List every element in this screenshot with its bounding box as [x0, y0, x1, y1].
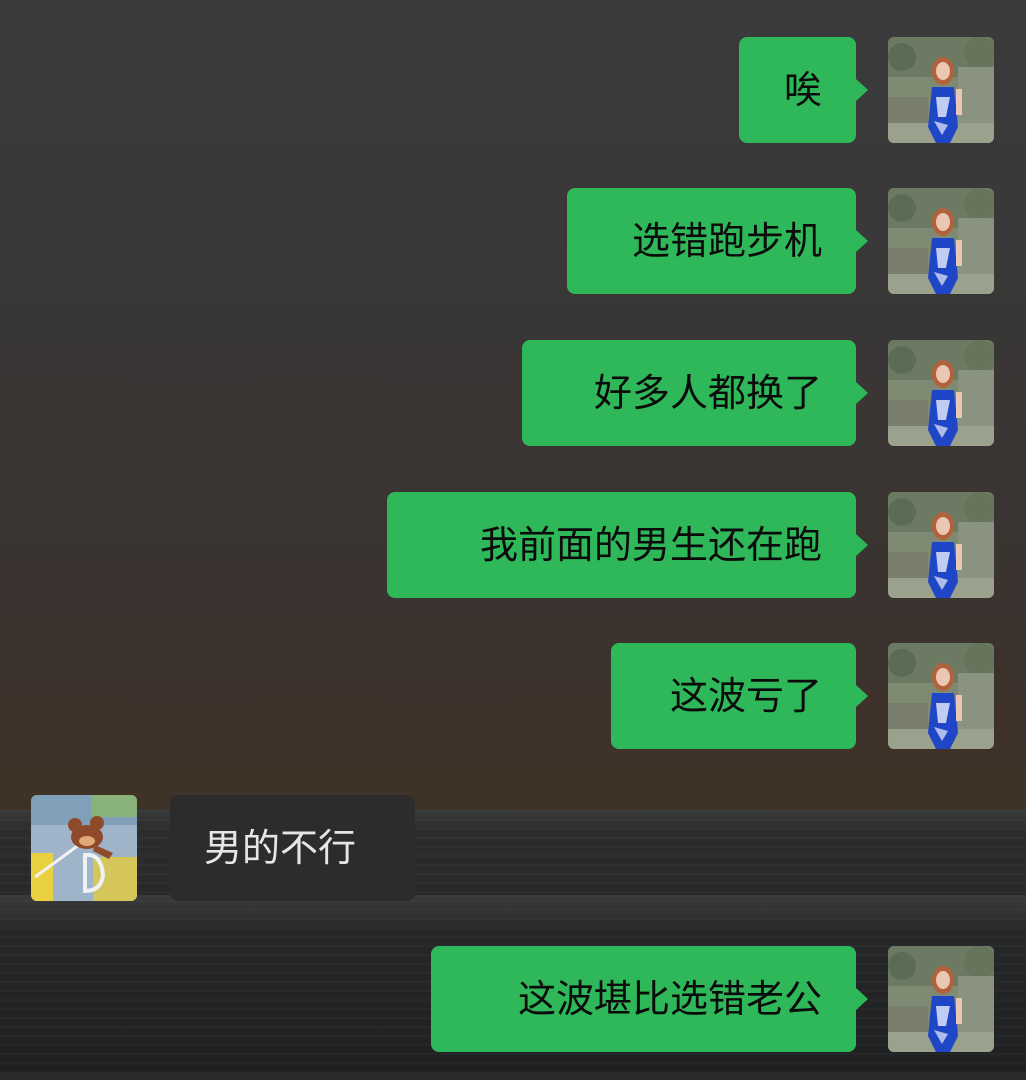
self-avatar[interactable] [888, 340, 994, 446]
message-bubble-sent[interactable]: 我前面的男生还在跑 [387, 492, 868, 598]
woman-in-blue-dress-avatar-image [888, 643, 994, 749]
message-bubble-sent[interactable]: 好多人都换了 [522, 340, 868, 446]
woman-in-blue-dress-avatar-image [888, 946, 994, 1052]
self-avatar[interactable] [888, 492, 994, 598]
message-bubble-sent[interactable]: 这波堪比选错老公 [431, 946, 868, 1052]
message-bubble-received[interactable]: 男的不行 [158, 795, 415, 901]
other-avatar[interactable] [31, 795, 137, 901]
self-avatar[interactable] [888, 946, 994, 1052]
message-bubble-sent[interactable]: 这波亏了 [611, 643, 868, 749]
background-shoreline [0, 895, 1026, 935]
self-avatar[interactable] [888, 188, 994, 294]
woman-in-blue-dress-avatar-image [888, 37, 994, 143]
bottom-bar [0, 1072, 1026, 1080]
self-avatar[interactable] [888, 37, 994, 143]
message-bubble-sent[interactable]: 选错跑步机 [567, 188, 868, 294]
woman-in-blue-dress-avatar-image [888, 340, 994, 446]
cartoon-mouse-avatar-image [31, 795, 137, 901]
message-bubble-sent[interactable]: 唉 [739, 37, 868, 143]
self-avatar[interactable] [888, 643, 994, 749]
woman-in-blue-dress-avatar-image [888, 492, 994, 598]
woman-in-blue-dress-avatar-image [888, 188, 994, 294]
